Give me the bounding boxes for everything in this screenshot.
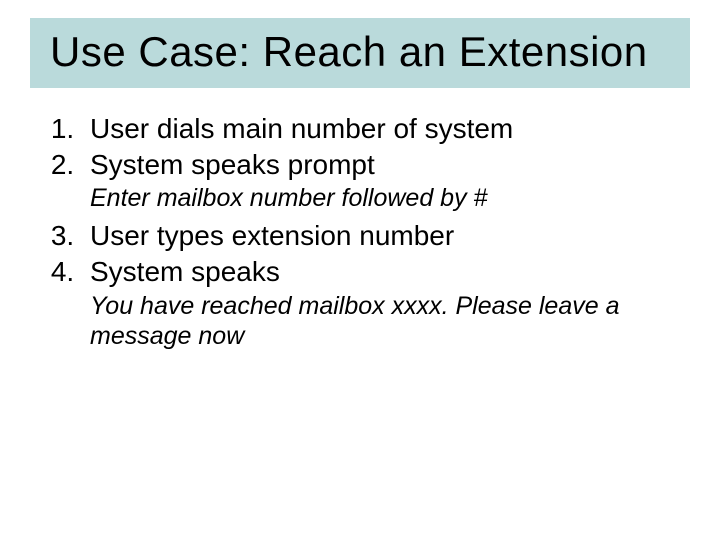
list-item: User dials main number of system — [82, 112, 690, 146]
list-item: System speaks prompt Enter mailbox numbe… — [82, 148, 690, 214]
list-item: User types extension number — [82, 219, 690, 253]
list-item: System speaks You have reached mailbox x… — [82, 255, 690, 351]
title-band: Use Case: Reach an Extension — [30, 18, 690, 88]
slide-title: Use Case: Reach an Extension — [50, 28, 670, 76]
slide: Use Case: Reach an Extension User dials … — [0, 0, 720, 540]
steps-list: User dials main number of system System … — [48, 112, 690, 350]
step-subtext: Enter mailbox number followed by # — [90, 183, 690, 213]
step-subtext: You have reached mailbox xxxx. Please le… — [90, 291, 690, 351]
step-text: User dials main number of system — [90, 113, 513, 144]
step-text: User types extension number — [90, 220, 454, 251]
step-text: System speaks — [90, 256, 280, 287]
step-text: System speaks prompt — [90, 149, 375, 180]
